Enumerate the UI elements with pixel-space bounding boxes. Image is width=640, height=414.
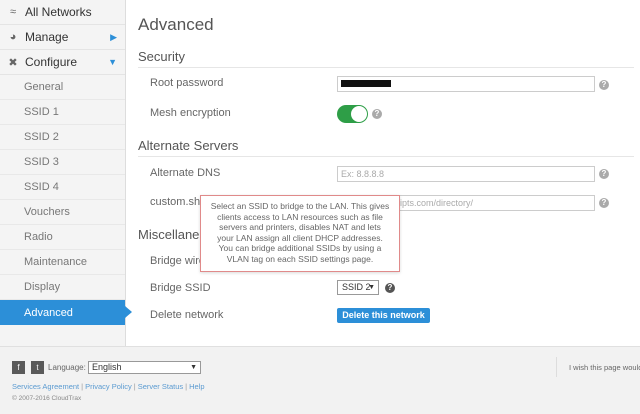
sidebar-item-ssid2[interactable]: SSID 2 <box>0 125 125 150</box>
sidebar-item-label: Manage <box>25 30 69 44</box>
mesh-encryption-label: Mesh encryption <box>150 107 231 119</box>
sidebar: ≈ All Networks ◕ Manage ▶ ✖ Configure ▼ … <box>0 0 132 346</box>
sidebar-item-label: SSID 1 <box>24 106 59 118</box>
sidebar-item-radio[interactable]: Radio <box>0 225 125 250</box>
tools-icon: ✖ <box>8 56 18 69</box>
link-server-status[interactable]: Server Status <box>138 382 183 391</box>
alternate-dns-input[interactable]: Ex: 8.8.8.8 <box>337 166 595 182</box>
sidebar-item-ssid4[interactable]: SSID 4 <box>0 175 125 200</box>
section-title-alternate-servers: Alternate Servers <box>138 138 239 153</box>
root-password-input[interactable] <box>337 76 595 92</box>
sidebar-item-ssid1[interactable]: SSID 1 <box>0 100 125 125</box>
link-privacy-policy[interactable]: Privacy Policy <box>85 382 132 391</box>
help-icon[interactable]: ? <box>372 109 382 119</box>
toggle-knob <box>351 106 367 122</box>
facebook-icon[interactable]: f <box>12 361 25 374</box>
sidebar-item-configure[interactable]: ✖ Configure ▼ <box>0 50 125 75</box>
section-title-miscellaneous: Miscellane <box>138 227 200 242</box>
link-services-agreement[interactable]: Services Agreement <box>12 382 79 391</box>
page-title: Advanced <box>138 15 214 34</box>
sidebar-item-label: Maintenance <box>24 256 87 268</box>
help-icon[interactable]: ? <box>599 80 609 90</box>
sidebar-item-label: Configure <box>25 55 78 69</box>
sidebar-item-label: All Networks <box>25 5 92 19</box>
help-icon[interactable]: ? <box>385 283 395 293</box>
sidebar-item-display[interactable]: Display <box>0 275 125 300</box>
language-select[interactable]: English ▼ <box>88 361 201 374</box>
custom-sh-label: custom.sh <box>150 196 201 208</box>
sidebar-item-maintenance[interactable]: Maintenance <box>0 250 125 275</box>
divider <box>556 357 557 377</box>
divider <box>138 67 634 68</box>
footer-links: Services Agreement | Privacy Policy | Server… <box>12 382 205 391</box>
sidebar-item-label: SSID 4 <box>24 181 59 193</box>
main-content: Advanced Security Root password ? Mesh e… <box>126 0 640 346</box>
sidebar-item-label: Radio <box>24 231 53 243</box>
password-mask <box>341 80 391 87</box>
sidebar-item-manage[interactable]: ◕ Manage ▶ <box>0 25 125 50</box>
sidebar-item-label: General <box>24 81 64 93</box>
delete-network-label: Delete network <box>150 309 224 321</box>
sidebar-item-label: Vouchers <box>24 206 70 218</box>
sidebar-item-all-networks[interactable]: ≈ All Networks <box>0 0 125 25</box>
language-value: English <box>92 362 122 372</box>
help-icon[interactable]: ? <box>599 198 609 208</box>
gauge-icon: ◕ <box>9 31 17 43</box>
footer: f t Language: English ▼ Services Agreeme… <box>0 346 640 414</box>
help-icon[interactable]: ? <box>599 169 609 179</box>
mesh-encryption-toggle[interactable] <box>337 105 368 123</box>
link-help[interactable]: Help <box>189 382 204 391</box>
sidebar-item-advanced[interactable]: Advanced <box>0 300 132 325</box>
chevron-down-icon: ▼ <box>190 364 197 371</box>
root-password-label: Root password <box>150 77 224 89</box>
sidebar-item-ssid3[interactable]: SSID 3 <box>0 150 125 175</box>
language-label: Language: <box>48 363 86 372</box>
sidebar-item-general[interactable]: General <box>0 75 125 100</box>
sidebar-item-label: Advanced <box>24 306 73 319</box>
twitter-icon[interactable]: t <box>31 361 44 374</box>
sidebar-item-label: Display <box>24 281 61 293</box>
delete-network-button[interactable]: Delete this network <box>337 308 430 323</box>
bridge-ssid-label: Bridge SSID <box>150 282 211 294</box>
chevron-right-icon: ▶ <box>110 31 117 42</box>
sidebar-item-label: SSID 2 <box>24 131 59 143</box>
bridge-ssid-select[interactable]: SSID 2 ▼ <box>337 280 379 295</box>
divider <box>138 156 634 157</box>
sidebar-item-vouchers[interactable]: Vouchers <box>0 200 125 225</box>
alternate-dns-label: Alternate DNS <box>150 167 221 179</box>
section-title-security: Security <box>138 49 185 64</box>
chevron-down-icon: ▼ <box>368 284 375 291</box>
chevron-down-icon: ▼ <box>108 57 117 67</box>
bridge-ssid-tooltip: Select an SSID to bridge to the LAN. Thi… <box>200 195 400 272</box>
wifi-icon: ≈ <box>9 6 17 18</box>
copyright: © 2007-2016 CloudTrax <box>12 395 82 402</box>
sidebar-item-label: SSID 3 <box>24 156 59 168</box>
bridge-ssid-value: SSID 2 <box>342 282 371 292</box>
feedback-text[interactable]: I wish this page would <box>569 363 640 372</box>
bridge-wired-label: Bridge wire <box>150 255 206 267</box>
